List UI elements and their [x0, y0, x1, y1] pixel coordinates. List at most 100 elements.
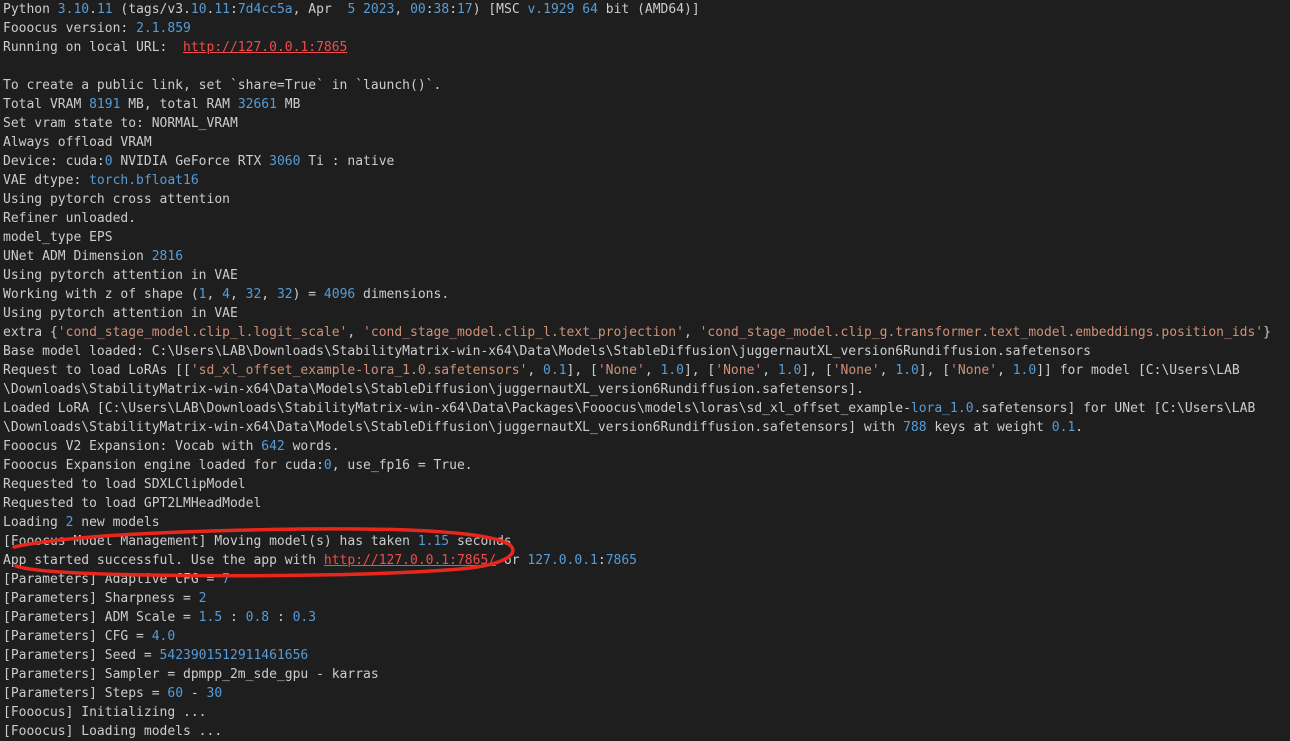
terminal-string: 'None' [597, 363, 645, 378]
terminal-line: Fooocus version: 2.1.859 [3, 19, 1287, 38]
terminal-number: 0 [323, 458, 332, 473]
terminal-string: 'cond_stage_model.clip_g.transformer.tex… [699, 325, 1264, 340]
terminal-number: 00 [410, 2, 426, 17]
terminal-text: Using pytorch attention in VAE [3, 268, 238, 283]
terminal-output: Python 3.10.11 (tags/v3.10.11:7d4cc5a, A… [3, 0, 1287, 741]
terminal-text: new models [73, 515, 160, 530]
terminal-number: 2 [198, 591, 207, 606]
terminal-text: MB [276, 97, 301, 112]
terminal-text: , [997, 363, 1013, 378]
terminal-line: Loaded LoRA [C:\Users\LAB\Downloads\Stab… [3, 399, 1287, 418]
terminal-number: 1.0 [660, 363, 684, 378]
terminal-text: [Parameters] Adaptive CFG = [3, 572, 223, 587]
terminal-text: Set vram state to: NORMAL_VRAM [3, 116, 238, 131]
terminal-text: UNet ADM Dimension [3, 249, 152, 264]
terminal-text: , [394, 2, 411, 17]
terminal-text: , [762, 363, 778, 378]
terminal-text: (tags/v3. [112, 2, 191, 17]
terminal-text: dimensions. [355, 287, 450, 302]
terminal-number: 11 [96, 2, 113, 17]
terminal-text: , [206, 287, 223, 302]
terminal-text: [Fooocus] Initializing ... [3, 705, 207, 720]
terminal-text: Base model loaded: C:\Users\LAB\Download… [3, 344, 1091, 359]
terminal-text: extra { [3, 325, 58, 340]
terminal-text: or [496, 553, 528, 568]
terminal-text: [Parameters] ADM Scale = [3, 610, 199, 625]
terminal-text: , [229, 287, 246, 302]
terminal-number: 5423901512911461656 [159, 648, 309, 663]
terminal-text: Loaded LoRA [C:\Users\LAB\Downloads\Stab… [3, 401, 911, 416]
terminal-number: 1 [198, 287, 207, 302]
terminal-number: 3.10 [57, 2, 90, 17]
terminal-line: [Parameters] Seed = 5423901512911461656 [3, 646, 1287, 665]
terminal-line: \Downloads\StabilityMatrix-win-x64\Data\… [3, 380, 1287, 399]
terminal-number: 32 [276, 287, 293, 302]
terminal-number: 1.0 [1012, 363, 1037, 378]
terminal-text: . [1075, 420, 1084, 435]
terminal-number: 0.1 [1051, 420, 1076, 435]
terminal-number: 0.1 [543, 363, 567, 378]
terminal-text: Fooocus version: [3, 21, 137, 36]
terminal-line: [Fooocus Model Management] Moving model(… [3, 532, 1287, 551]
terminal-text: ], [ [918, 363, 951, 378]
terminal-text: Python [3, 2, 58, 17]
terminal-line: Requested to load SDXLClipModel [3, 475, 1287, 494]
terminal-text: } [1263, 325, 1271, 340]
terminal-text: NVIDIA GeForce RTX [112, 154, 270, 169]
terminal-line: UNet ADM Dimension 2816 [3, 247, 1287, 266]
terminal-text: Request to load LoRAs [[ [3, 363, 191, 378]
terminal-string: 'None' [715, 363, 763, 378]
terminal-number: 2.1.859 [136, 21, 191, 36]
terminal-number: 7 [222, 572, 230, 587]
terminal-line: Total VRAM 8191 MB, total RAM 32661 MB [3, 95, 1287, 114]
terminal-line: Base model loaded: C:\Users\LAB\Download… [3, 342, 1287, 361]
terminal-number: 0.3 [292, 610, 317, 625]
terminal-text: ], [ [801, 363, 833, 378]
terminal-text: , [261, 287, 277, 302]
terminal-line: App started successful. Use the app with… [3, 551, 1287, 570]
terminal-line: [Parameters] Sharpness = 2 [3, 589, 1287, 608]
terminal-line: [Parameters] ADM Scale = 1.5 : 0.8 : 0.3 [3, 608, 1287, 627]
terminal-number: 38 [433, 2, 450, 17]
terminal-number: 11 [214, 2, 231, 17]
terminal-number: 0.8 [245, 610, 270, 625]
terminal-text: Loading [3, 515, 66, 530]
terminal-text: : [449, 2, 458, 17]
terminal-line: [Parameters] CFG = 4.0 [3, 627, 1287, 646]
terminal-text: model_type EPS [3, 230, 113, 245]
terminal-number: 0 [104, 154, 113, 169]
terminal-text: , Apr [292, 2, 348, 17]
terminal-number: 1.5 [198, 610, 223, 625]
terminal-text: Using pytorch attention in VAE [3, 306, 238, 321]
terminal-text: - [183, 686, 207, 701]
terminal-text: Refiner unloaded. [3, 211, 137, 226]
terminal-number: 8191 [89, 97, 121, 112]
terminal-text: To create a public link, set `share=True… [3, 78, 442, 93]
terminal-text: Running on local URL: [3, 40, 184, 55]
terminal-text: ) = [292, 287, 324, 302]
terminal-line: Refiner unloaded. [3, 209, 1287, 228]
terminal-number: 32661 [237, 97, 277, 112]
terminal-line: [Fooocus] Initializing ... [3, 703, 1287, 722]
url-link[interactable]: http://127.0.0.1:7865/ [324, 553, 496, 568]
terminal-number: 32 [245, 287, 262, 302]
url-link[interactable]: http://127.0.0.1:7865 [183, 40, 347, 55]
terminal-text: [Parameters] Sharpness = [3, 591, 199, 606]
terminal-line: Using pytorch attention in VAE [3, 266, 1287, 285]
terminal-line: Fooocus V2 Expansion: Vocab with 642 wor… [3, 437, 1287, 456]
terminal-text: Fooocus V2 Expansion: Vocab with [3, 439, 262, 454]
terminal-line: [Fooocus] Loading models ... [3, 722, 1287, 741]
terminal-text: : [269, 610, 293, 625]
terminal-line: Using pytorch cross attention [3, 190, 1287, 209]
terminal-line: To create a public link, set `share=True… [3, 76, 1287, 95]
terminal-text: : [222, 610, 246, 625]
terminal-line: [Parameters] Steps = 60 - 30 [3, 684, 1287, 703]
terminal-text: [Parameters] CFG = [3, 629, 152, 644]
terminal-text: Always offload VRAM [3, 135, 152, 150]
terminal-number: 4 [222, 287, 230, 302]
terminal-string: 'None' [832, 363, 880, 378]
terminal-number: 2816 [151, 249, 184, 264]
terminal-text: bit (AMD64)] [597, 2, 700, 17]
terminal-text: ) [MSC [472, 2, 528, 17]
